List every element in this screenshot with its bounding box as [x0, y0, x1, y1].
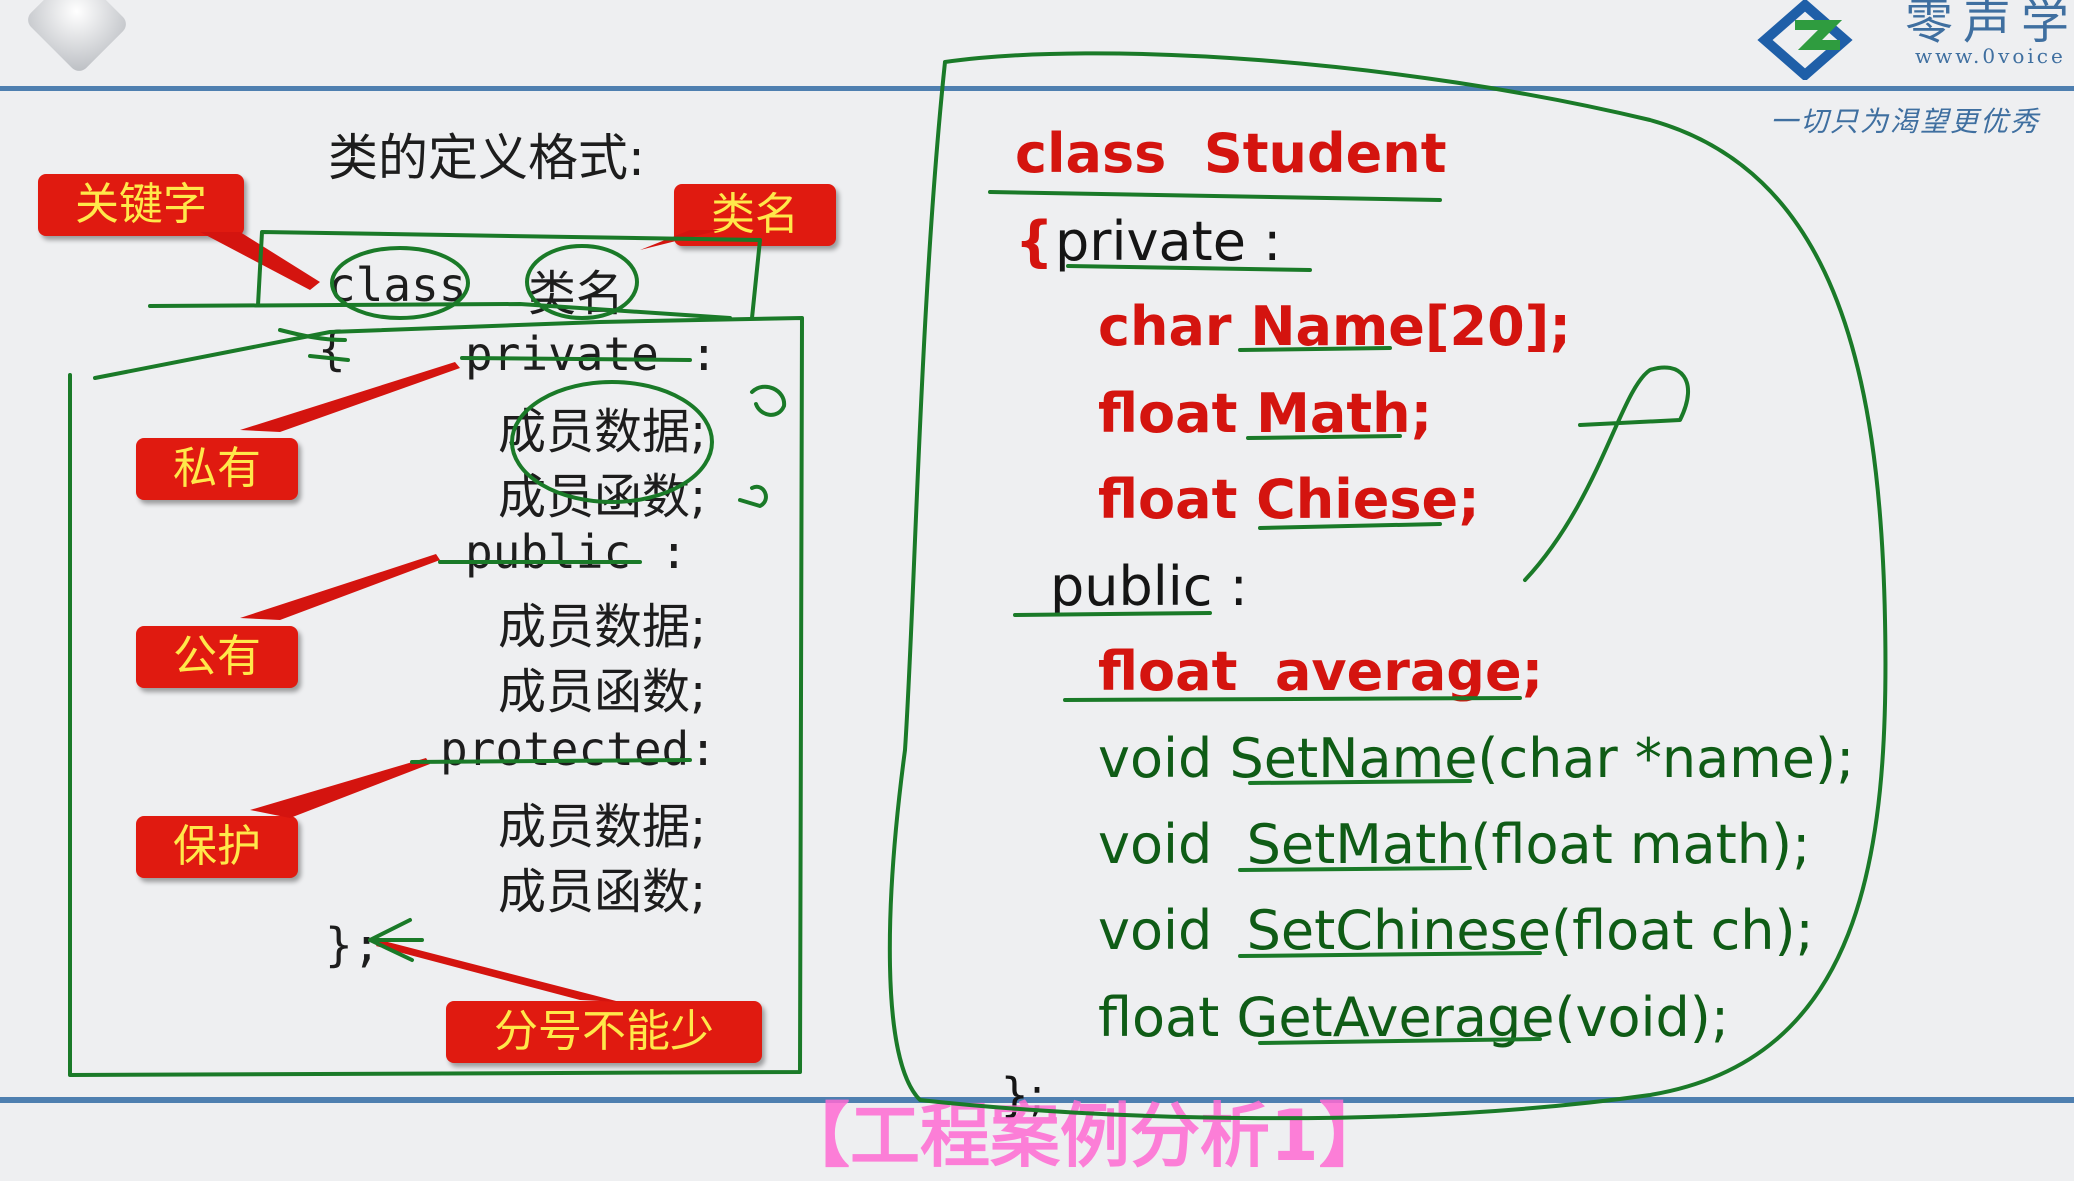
ink-annotations — [68, 51, 1888, 1121]
callout-pointers — [200, 230, 720, 1002]
